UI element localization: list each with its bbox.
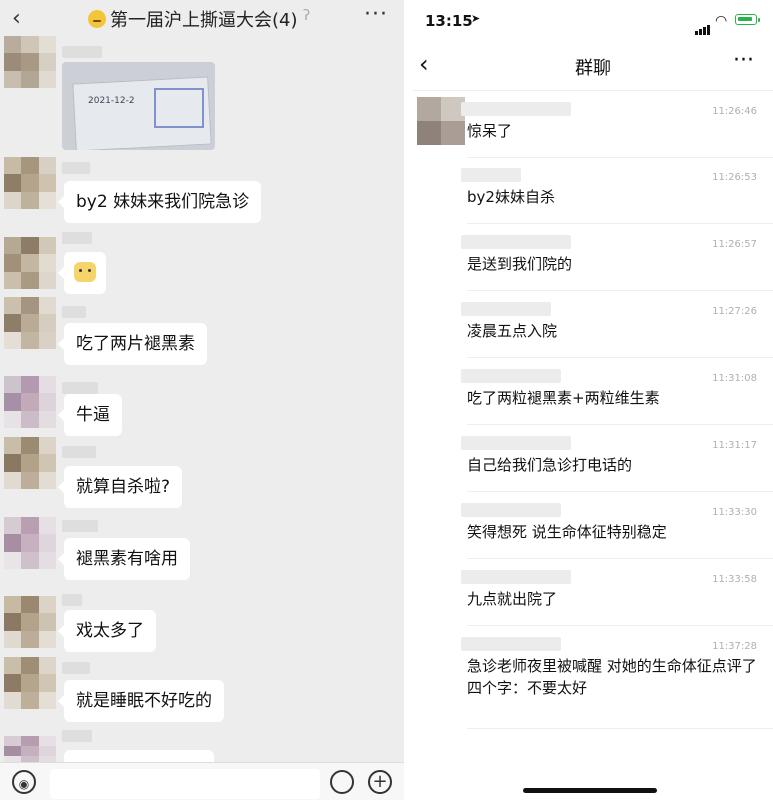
message-bubble[interactable]: 吃了两片褪黑素 [58, 323, 207, 365]
group-title: 第一届沪上撕逼大会(4) [88, 6, 298, 32]
nickname [62, 306, 86, 318]
message-bubble[interactable]: by2 妹妹来我们院急诊 [57, 181, 262, 223]
list-item[interactable]: 11:26:46 惊呆了 [461, 92, 773, 158]
sender-name [461, 168, 521, 182]
timestamp: 11:33:58 [712, 574, 757, 585]
avatar[interactable] [4, 157, 56, 209]
sender-name [461, 102, 571, 116]
message-text: 凌晨五点入院 [467, 322, 558, 340]
upside-down-face-icon [88, 10, 106, 28]
divider [467, 728, 773, 729]
group-title-text: 第一届沪上撕逼大会(4) [110, 10, 298, 31]
signal-icon [695, 16, 711, 35]
avatar[interactable] [4, 517, 56, 569]
nickname [62, 382, 98, 394]
nickname [62, 662, 90, 674]
message-bubble[interactable]: 褪黑素有啥用 [58, 538, 190, 580]
timestamp: 11:26:57 [712, 239, 757, 250]
message-input[interactable] [50, 769, 320, 799]
mute-ear-icon: ʔ [303, 8, 311, 24]
avatar[interactable] [4, 297, 56, 349]
timestamp: 11:26:46 [712, 106, 757, 117]
message-bubble[interactable]: 牛逼 [58, 394, 122, 436]
list-item[interactable]: 11:31:17 自己给我们急诊打电话的 [461, 426, 773, 492]
list-item[interactable]: 11:37:28 急诊老师夜里被喊醒 对她的生命体征点评了四个字：不要太好 [461, 627, 773, 729]
message-bubble[interactable]: 戏太多了 [58, 610, 156, 652]
divider [467, 424, 773, 425]
nickname [62, 232, 92, 244]
message-text: 是送到我们院的 [467, 255, 573, 273]
timestamp: 11:27:26 [712, 306, 757, 317]
list-item[interactable]: 11:33:58 九点就出院了 [461, 560, 773, 626]
wechat-group-panel: ‹ 第一届沪上撕逼大会(4) ʔ ··· 2021-12-2 by2 妹妹来我们… [0, 0, 404, 800]
divider [467, 558, 773, 559]
back-icon[interactable]: ‹ [12, 6, 21, 31]
location-arrow-icon: ➤ [471, 12, 481, 25]
avatar[interactable] [4, 237, 56, 289]
nickname [62, 446, 96, 458]
nickname [62, 46, 102, 58]
message-text: 笑得想死 说生命体征特别稳定 [467, 523, 667, 541]
list-item[interactable]: 11:33:30 笑得想死 说生命体征特别稳定 [461, 493, 773, 559]
avatar[interactable] [4, 657, 56, 709]
cat-face-icon [74, 262, 96, 282]
avatar[interactable] [4, 437, 56, 489]
page-title: 群聊 [575, 58, 611, 79]
message-bubble[interactable]: 就算自杀啦? [57, 466, 183, 508]
stamp [154, 88, 204, 128]
sender-name [461, 235, 571, 249]
status-bar: 13:15 ➤ ◠ [413, 0, 773, 44]
timestamp: 11:33:30 [712, 507, 757, 518]
message-text: 九点就出院了 [467, 590, 558, 608]
message-text: by2妹妹自杀 [467, 188, 555, 206]
timestamp: 11:31:17 [712, 440, 757, 451]
wifi-icon: ◠ [715, 13, 728, 29]
message-text: 急诊老师夜里被喊醒 对她的生命体征点评了四个字：不要太好 [467, 657, 757, 697]
image-message[interactable]: 2021-12-2 [62, 62, 215, 150]
group-chat-history-panel: 13:15 ➤ ◠ ‹ 群聊 ··· 11:26:46 惊呆了 11:26:53… [413, 0, 773, 800]
divider [467, 357, 773, 358]
battery-icon [735, 14, 760, 25]
sender-name [461, 570, 571, 584]
sender-name [461, 436, 571, 450]
divider [467, 223, 773, 224]
message-text: 吃了两粒褪黑素+两粒维生素 [467, 389, 660, 407]
sender-name [461, 503, 561, 517]
nickname [62, 594, 82, 606]
divider [467, 491, 773, 492]
timestamp: 11:31:08 [712, 373, 757, 384]
sticker-message[interactable] [58, 252, 106, 294]
status-time: 13:15 [425, 12, 473, 30]
sender-name [461, 369, 561, 383]
avatar[interactable] [4, 376, 56, 428]
emoji-icon[interactable] [330, 770, 354, 794]
sender-name [461, 637, 561, 651]
more-icon[interactable]: ··· [733, 48, 754, 73]
nav-divider [413, 90, 773, 91]
message-text: 惊呆了 [467, 122, 513, 140]
voice-icon[interactable]: ◉ [12, 770, 36, 794]
divider [467, 290, 773, 291]
divider [467, 625, 773, 626]
sender-name [461, 302, 551, 316]
list-item[interactable]: 11:27:26 凌晨五点入院 [461, 292, 773, 358]
avatar[interactable] [4, 36, 56, 88]
avatar[interactable] [417, 97, 465, 145]
list-item[interactable]: 11:26:53 by2妹妹自杀 [461, 158, 773, 224]
nickname [62, 520, 98, 532]
message-text: 自己给我们急诊打电话的 [467, 456, 633, 474]
home-indicator[interactable] [523, 788, 657, 793]
plus-icon[interactable]: + [368, 770, 392, 794]
nickname [62, 730, 92, 742]
timestamp: 11:26:53 [712, 172, 757, 183]
panel-divider [404, 0, 413, 800]
nickname [62, 162, 90, 174]
avatar[interactable] [4, 596, 56, 648]
list-item[interactable]: 11:26:57 是送到我们院的 [461, 225, 773, 291]
more-icon[interactable]: ··· [364, 2, 388, 27]
photo-date: 2021-12-2 [88, 96, 135, 106]
list-item[interactable]: 11:31:08 吃了两粒褪黑素+两粒维生素 [461, 359, 773, 425]
timestamp: 11:37:28 [712, 641, 757, 652]
message-bubble[interactable]: 就是睡眠不好吃的 [58, 680, 224, 722]
